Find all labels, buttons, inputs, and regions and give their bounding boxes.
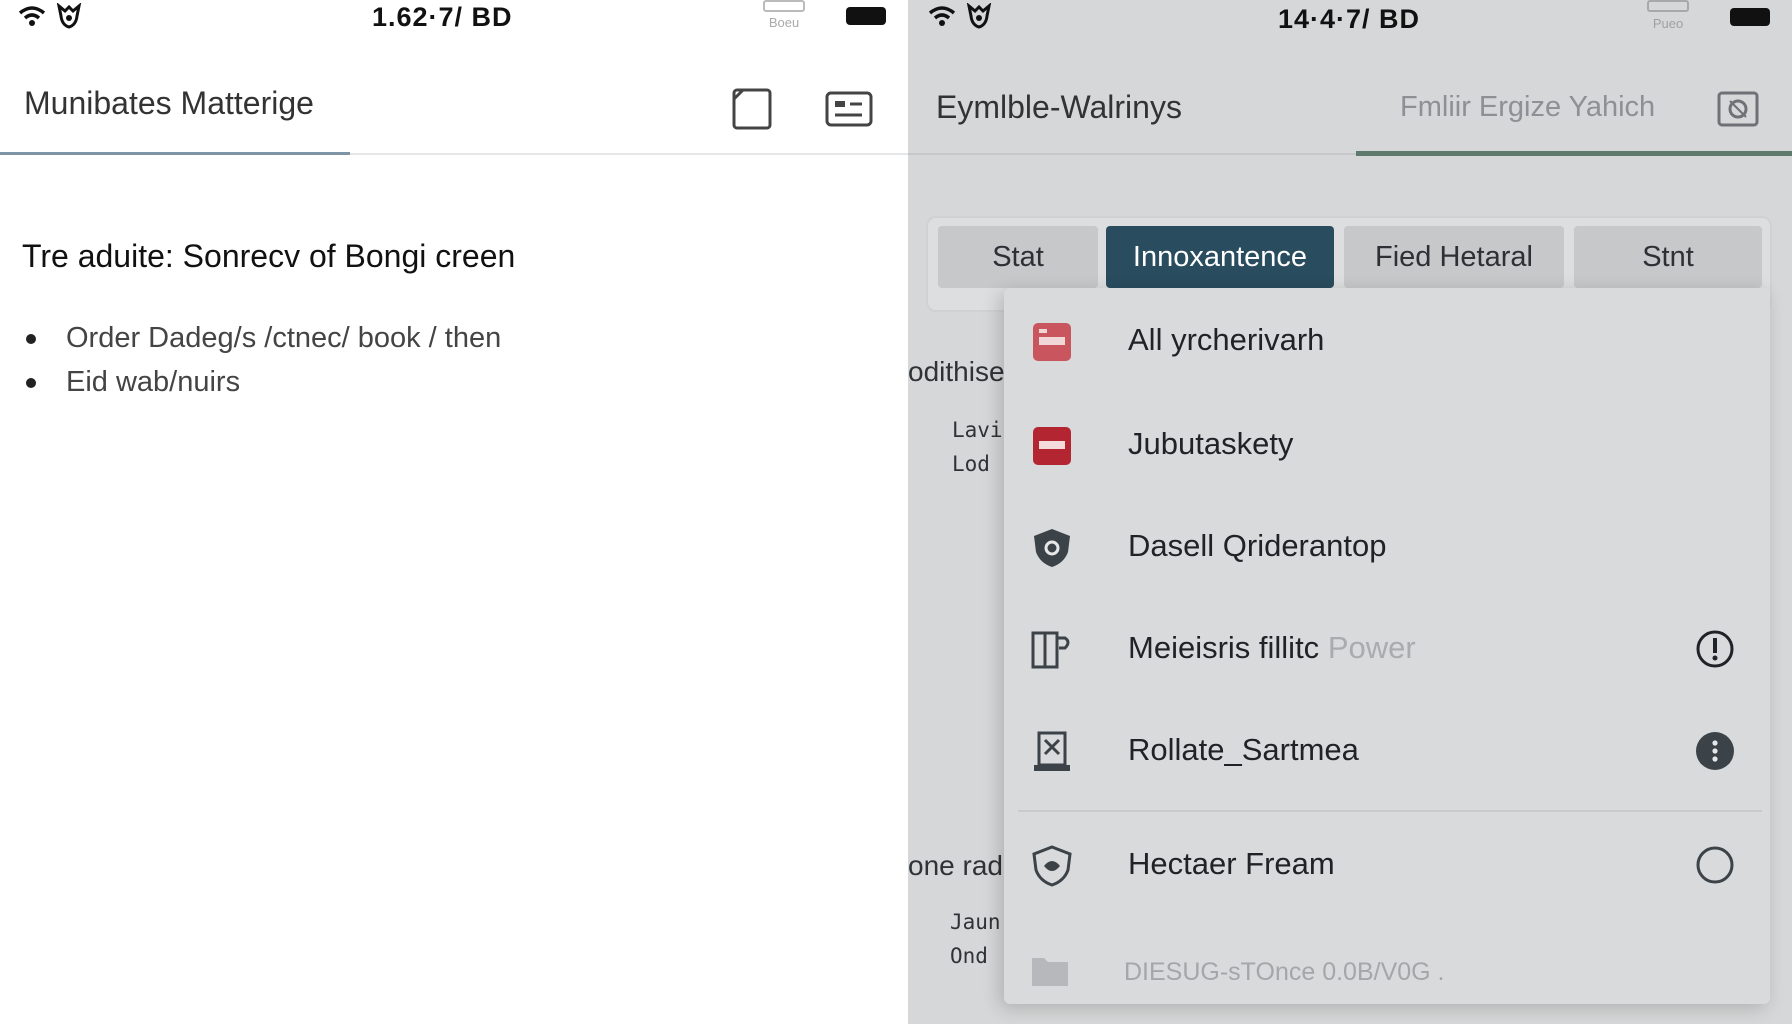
square-outline-icon[interactable]	[728, 85, 776, 133]
signal-badge-icon	[966, 3, 992, 29]
status-time: 14·4·7/ BD	[1278, 4, 1421, 34]
folder-icon	[1032, 958, 1068, 986]
wifi-icon	[928, 6, 956, 26]
list-item: Eid wab/nuirs	[22, 362, 501, 406]
battery-icon	[1730, 8, 1770, 26]
menu-footer: DIESUG-sTOnce 0.0B/V0G .	[1030, 948, 1750, 992]
secondary-tab[interactable]: Fmliir Ergize Yahich	[1400, 91, 1655, 124]
status-right: Pueo	[1646, 0, 1770, 34]
tab-innoxantence[interactable]: Innoxantence	[1106, 226, 1334, 288]
shield-badge-icon	[1032, 845, 1072, 887]
left-pane: 1.62·7/ BD Boeu Munibates Matterige Tre …	[0, 0, 908, 1024]
menu-item[interactable]: Meieisris fillitc Power	[1004, 604, 1770, 694]
wifi-icon	[18, 6, 46, 26]
dropdown-menu: All yrcherivarh Jubutaskety Dasell Qride…	[1004, 288, 1770, 1004]
svg-text:Boeu: Boeu	[769, 15, 799, 30]
carrier-icon: Boeu	[762, 0, 806, 32]
menu-divider	[1018, 810, 1762, 812]
status-time: 1.62·7/ BD	[372, 2, 513, 32]
menu-item[interactable]: Jubutaskety	[1004, 400, 1770, 490]
background-text: Lavi	[952, 418, 1003, 442]
keyboard-card-icon[interactable]	[824, 85, 874, 133]
tab-fied-hetaral[interactable]: Fied Hetaral	[1344, 226, 1564, 288]
radio-empty-icon[interactable]	[1694, 844, 1736, 886]
red-window-icon	[1033, 427, 1071, 465]
menu-item[interactable]: Hectaer Fream	[1004, 820, 1770, 910]
shield-gear-icon	[1034, 529, 1070, 567]
page-title: Eymlble-Walrinys	[936, 89, 1182, 125]
right-pane: 14·4·7/ BD Pueo Eymlble-Walrinys Fmliir …	[908, 0, 1792, 1024]
status-icons	[18, 3, 82, 29]
tab-stat[interactable]: Stat	[938, 226, 1098, 288]
status-bar: 1.62·7/ BD Boeu	[0, 0, 908, 34]
status-right: Boeu	[762, 0, 886, 32]
tab-stnt[interactable]: Stnt	[1574, 226, 1762, 288]
red-card-icon	[1033, 323, 1071, 361]
svg-text:Pueo: Pueo	[1653, 16, 1683, 31]
settings-panel-icon[interactable]	[1716, 87, 1760, 131]
door-exit-icon	[1031, 631, 1070, 669]
background-text: one rad	[908, 850, 1003, 881]
right-header: Eymlble-Walrinys Fmliir Ergize Yahich	[908, 55, 1792, 156]
note-bullets: Order Dadeg/s /ctnec/ book / then Eid wa…	[22, 318, 501, 406]
signal-badge-icon	[56, 3, 82, 29]
menu-item[interactable]: All yrcherivarh	[1004, 296, 1770, 386]
background-text: Jaun	[950, 910, 1001, 934]
alert-circle-icon[interactable]	[1694, 628, 1736, 670]
menu-item[interactable]: Dasell Qriderantop	[1004, 502, 1770, 592]
tower-device-icon	[1034, 731, 1070, 771]
background-text: odithise	[908, 356, 1005, 387]
active-tab-underline	[1356, 151, 1792, 156]
list-item: Order Dadeg/s /ctnec/ book / then	[22, 318, 501, 362]
note-title: Tre aduite: Sonrecv of Bongi creen	[22, 238, 516, 274]
carrier-icon: Pueo	[1646, 0, 1690, 34]
page-title: Munibates Matterige	[24, 85, 314, 121]
status-bar: 14·4·7/ BD Pueo	[908, 0, 1792, 34]
left-header: Munibates Matterige	[0, 55, 908, 155]
menu-item[interactable]: Rollate_Sartmea	[1004, 706, 1770, 796]
battery-icon	[846, 7, 886, 25]
status-icons	[928, 3, 992, 29]
more-dots-icon[interactable]	[1694, 730, 1736, 772]
active-tab-underline	[0, 152, 350, 155]
